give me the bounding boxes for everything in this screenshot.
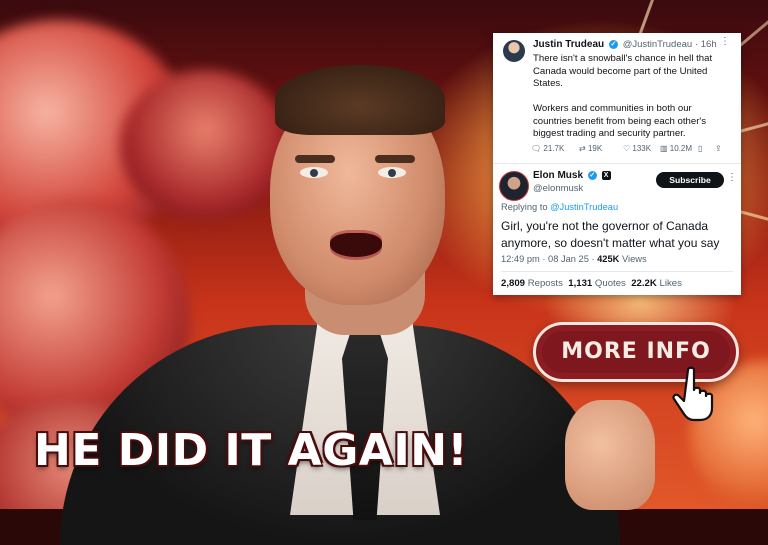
repost-button[interactable]: ⇄ 19K: [579, 144, 602, 153]
headline: HE DID IT AGAIN!: [34, 425, 469, 476]
post-time: · 16h: [694, 39, 717, 50]
author-handle: @JustinTrudeau: [622, 39, 693, 50]
bookmark-icon[interactable]: ▯: [698, 144, 702, 153]
hand: [565, 400, 655, 510]
author-name: Elon Musk: [533, 170, 584, 181]
replying-to: Replying to @JustinTrudeau: [501, 202, 619, 212]
likes-stat[interactable]: 22.2K Likes: [631, 278, 682, 289]
more-options-icon[interactable]: ⋮: [727, 172, 738, 183]
like-icon: ♡: [623, 144, 631, 153]
views-button[interactable]: ▥ 10.2M: [660, 144, 692, 153]
replying-handle-link[interactable]: @JustinTrudeau: [550, 202, 618, 212]
views-icon: ▥: [660, 144, 668, 153]
subscribe-button[interactable]: Subscribe: [656, 172, 724, 188]
verified-icon: ✓: [608, 39, 618, 49]
tweet-timestamp: 12:49 pm · 08 Jan 25 · 425K Views: [501, 254, 647, 264]
like-button[interactable]: ♡ 133K: [623, 144, 651, 153]
tweet-text: Girl, you're not the governor of Canada …: [501, 219, 720, 250]
divider: [493, 163, 741, 164]
share-icon[interactable]: ⇪: [715, 144, 722, 153]
tweet-screenshot: Justin Trudeau ✓ @JustinTrudeau · 16h ⋮ …: [493, 33, 741, 295]
avatar: [503, 40, 525, 62]
divider: [501, 271, 733, 272]
x-badge-icon: X: [601, 170, 611, 180]
reply-icon: 🗨︎: [531, 144, 542, 153]
tweet-text: There isn't a snowball's chance in hell …: [533, 53, 713, 90]
tweet-stats: 2,809 Reposts 1,131 Quotes 22.2K Likes: [501, 278, 682, 289]
verified-icon: ✓: [587, 170, 597, 180]
reposts-stat[interactable]: 2,809 Reposts: [501, 278, 563, 289]
author-name: Justin Trudeau: [533, 39, 605, 50]
avatar: [499, 171, 529, 201]
quotes-stat[interactable]: 1,131 Quotes: [568, 278, 626, 289]
hand-cursor-icon: [672, 366, 714, 422]
author-handle: @elonmusk: [533, 183, 584, 194]
tweet-text-2: Workers and communities in both our coun…: [533, 103, 707, 140]
repost-icon: ⇄: [579, 144, 586, 153]
reply-button[interactable]: 🗨︎ 21.7K: [531, 144, 564, 153]
more-options-icon[interactable]: ⋮: [720, 36, 731, 47]
